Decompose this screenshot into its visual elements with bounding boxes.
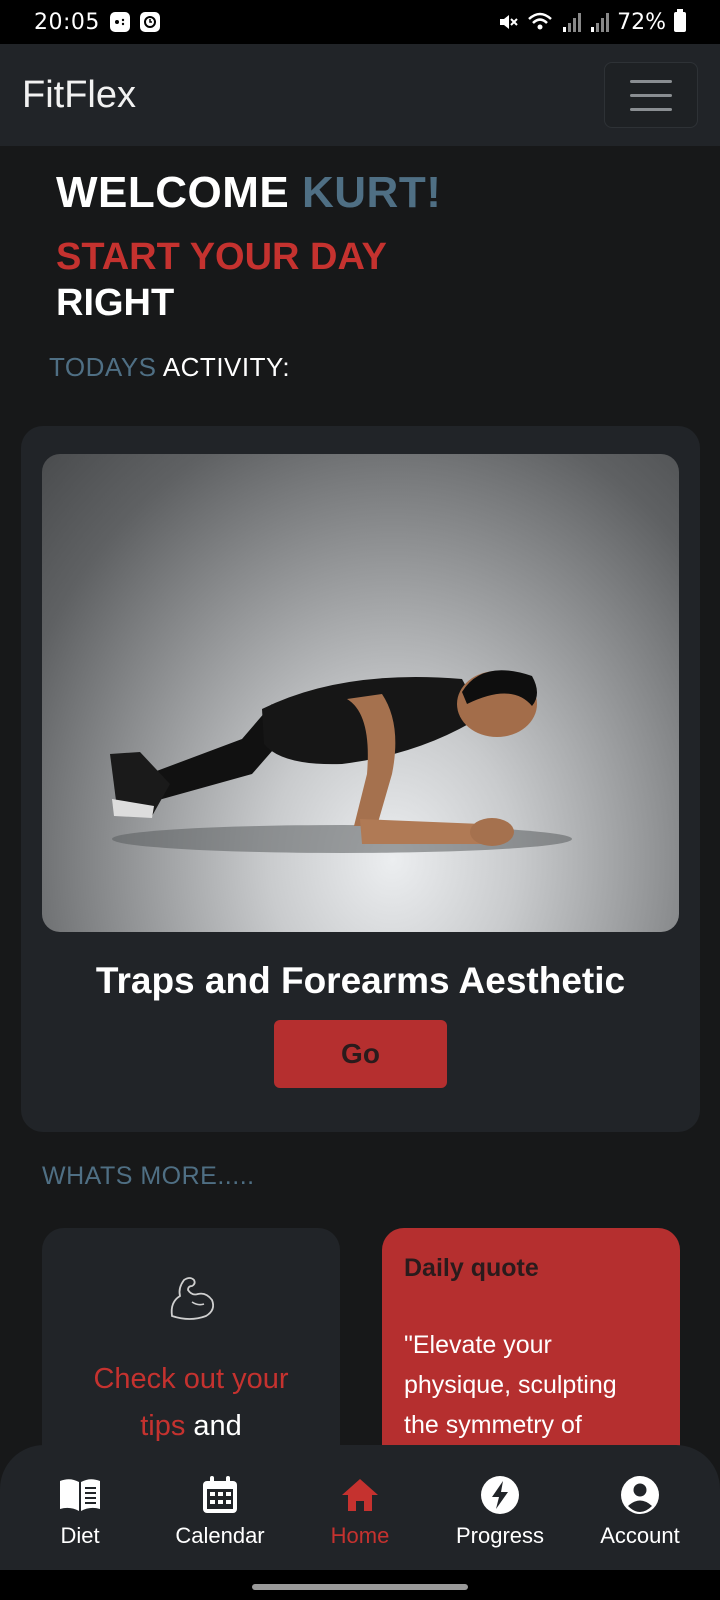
book-icon (58, 1473, 102, 1517)
nav-item-diet[interactable]: Diet (15, 1473, 145, 1570)
tagline: START YOUR DAY RIGHT (56, 234, 387, 326)
nav-item-home[interactable]: Home (295, 1473, 425, 1570)
tagline-white: RIGHT (56, 282, 175, 324)
nav-label-account: Account (600, 1523, 680, 1548)
gesture-bar (0, 1570, 720, 1600)
hamburger-line (630, 93, 672, 97)
home-icon (338, 1473, 382, 1517)
calendar-icon (198, 1473, 242, 1517)
tips-text: Check out your tips and (42, 1356, 340, 1450)
tips-link[interactable]: tips (140, 1410, 185, 1442)
activity-image (42, 454, 679, 932)
game-icon (109, 12, 130, 32)
wifi-icon (528, 12, 552, 30)
nav-label-diet: Diet (60, 1523, 100, 1548)
welcome-text: WELCOME (56, 168, 290, 217)
activity-label-rest: ACTIVITY: (162, 352, 291, 382)
clock-icon (139, 12, 160, 32)
nav-label-progress: Progress (455, 1523, 545, 1548)
status-time: 20:05 (34, 9, 100, 35)
nav-label-calendar: Calendar (175, 1523, 265, 1548)
signal-icon (563, 13, 582, 32)
activity-title: Traps and Forearms Aesthetic (95, 960, 626, 1001)
hamburger-icon (630, 79, 672, 83)
account-icon (618, 1473, 662, 1517)
tips-text-red-1: Check out your (93, 1363, 289, 1395)
nav-item-progress[interactable]: Progress (435, 1473, 565, 1570)
signal-icon (591, 13, 610, 32)
todays-activity-label: TODAYS ACTIVITY: (49, 352, 290, 383)
battery-percent: 72% (617, 9, 666, 35)
quote-text: "Elevate your physique, sculpting the sy… (404, 1331, 617, 1439)
gesture-handle[interactable] (252, 1584, 468, 1590)
activity-label-accent: TODAYS (49, 352, 157, 382)
tagline-red: START YOUR DAY (56, 236, 387, 278)
bolt-icon (478, 1473, 522, 1517)
status-bar: 20:05 72% (0, 0, 720, 44)
top-navbar: FitFlex (0, 44, 720, 146)
tips-text-white: and (193, 1410, 242, 1442)
go-button[interactable]: Go (274, 1020, 447, 1088)
activity-card: Traps and Forearms Aesthetic Go (21, 426, 700, 1132)
menu-toggle-button[interactable] (604, 62, 698, 128)
user-name: KURT! (302, 168, 442, 217)
whats-more-heading: WHATS MORE..... (42, 1162, 255, 1190)
nav-item-calendar[interactable]: Calendar (155, 1473, 285, 1570)
welcome-heading: WELCOME KURT! (56, 168, 441, 218)
flexed-biceps-icon (170, 1277, 215, 1320)
nav-label-home: Home (330, 1523, 390, 1548)
mute-icon (500, 15, 518, 29)
battery-icon (674, 9, 686, 32)
app-brand[interactable]: FitFlex (22, 74, 136, 117)
nav-item-account[interactable]: Account (575, 1473, 705, 1570)
bottom-navigation: Diet Calendar Home Progress Account (0, 1445, 720, 1570)
hamburger-line (630, 107, 672, 111)
quote-title: Daily quote (404, 1254, 539, 1282)
